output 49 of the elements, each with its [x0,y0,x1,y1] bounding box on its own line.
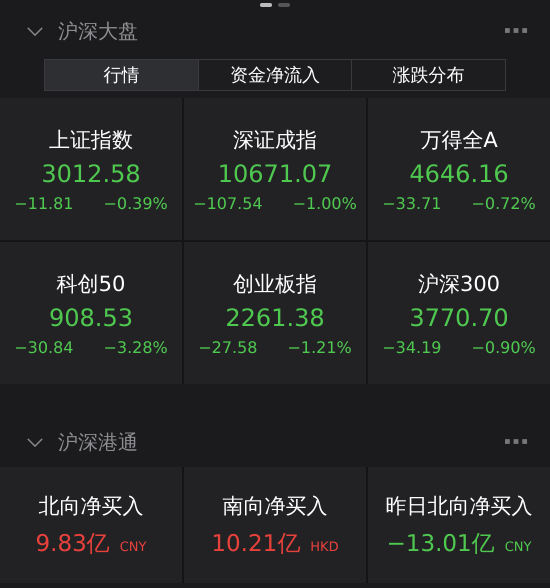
currency-label: CNY [504,540,532,554]
change-percent: −1.21% [287,338,352,356]
section-title: 沪深港通 [58,428,139,456]
index-value: 2261.38 [225,304,325,332]
index-value: 3012.58 [41,160,141,188]
index-name: 科创50 [56,270,126,298]
index-card[interactable]: 沪深300 3770.70 −34.19 −0.90% [368,242,550,384]
flow-card[interactable]: 南向净买入 10.21亿 HKD [184,467,366,583]
flow-name: 昨日北向净买入 [386,492,532,520]
flow-name: 南向净买入 [222,492,328,520]
index-value: 3770.70 [409,304,509,332]
index-card[interactable]: 深证成指 10671.07 −107.54 −1.00% [184,98,366,240]
flow-card[interactable]: 北向净买入 9.83亿 CNY [0,467,182,583]
chevron-icon[interactable] [26,26,44,36]
change-value: −34.19 [382,338,442,356]
currency-label: HKD [310,540,339,554]
index-value: 4646.16 [409,160,509,188]
change-percent: −1.00% [292,194,357,212]
flow-card[interactable]: 昨日北向净买入 −13.01亿 CNY [368,467,550,583]
tab[interactable]: 行情 [45,60,198,90]
change-value: −107.54 [193,194,263,212]
section-title: 沪深大盘 [58,18,139,44]
index-card[interactable]: 万得全A 4646.16 −33.71 −0.72% [368,98,550,240]
change-percent: −0.72% [471,194,536,212]
flow-value: 10.21亿 [211,530,300,558]
flow-value: 9.83亿 [36,530,110,558]
index-name: 深证成指 [233,126,317,154]
change-value: −30.84 [14,338,74,356]
more-icon[interactable] [505,28,528,34]
index-name: 万得全A [420,126,498,154]
change-value: −33.71 [382,194,442,212]
change-percent: −0.90% [471,338,536,356]
index-value: 908.53 [49,304,133,332]
chevron-icon[interactable] [26,436,44,448]
change-percent: −0.39% [103,194,168,212]
index-value: 10671.07 [218,160,332,188]
change-value: −27.58 [198,338,258,356]
flow-name: 北向净买入 [38,492,144,520]
index-name: 上证指数 [49,126,133,154]
change-percent: −3.28% [103,338,168,356]
index-card[interactable]: 上证指数 3012.58 −11.81 −0.39% [0,98,182,240]
more-icon[interactable] [505,439,528,445]
index-card[interactable]: 创业板指 2261.38 −27.58 −1.21% [184,242,366,384]
index-card[interactable]: 科创50 908.53 −30.84 −3.28% [0,242,182,384]
currency-label: CNY [120,540,146,554]
flow-value: −13.01亿 [386,530,495,558]
change-value: −11.81 [14,194,74,212]
index-name: 创业板指 [233,270,317,298]
index-name: 沪深300 [418,270,500,298]
